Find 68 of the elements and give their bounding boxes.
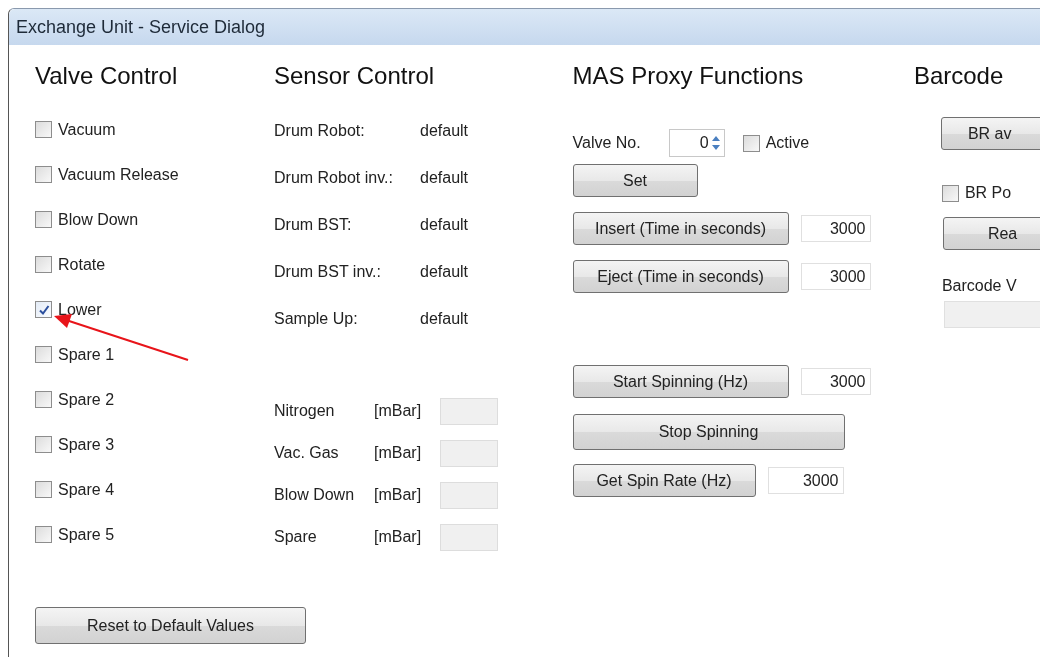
checkbox[interactable]	[35, 256, 52, 273]
unit-label: [mBar]	[374, 444, 423, 462]
checkbox[interactable]	[35, 346, 52, 363]
pressure-label: Spare	[274, 528, 318, 546]
checkbox[interactable]	[941, 184, 959, 202]
checkbox-label: Spare 4	[58, 480, 115, 499]
value-field[interactable]: 3000	[800, 368, 871, 395]
checkbox[interactable]	[742, 134, 760, 152]
read-button[interactable]: Rea	[942, 217, 1040, 250]
pressure-field[interactable]	[440, 523, 498, 551]
sensor-value: default	[420, 309, 469, 328]
pressure-label: Vac. Gas	[274, 444, 340, 462]
section-heading: Barcode	[913, 61, 1004, 91]
set-button[interactable]: Set	[572, 164, 698, 197]
number-spinner[interactable]: 0	[668, 129, 725, 157]
value-field[interactable]: 3000	[800, 263, 871, 290]
section-heading: Sensor Control	[274, 61, 435, 91]
pressure-label: Blow Down	[274, 486, 356, 504]
spin-arrows-icon[interactable]	[709, 134, 722, 152]
checkbox[interactable]	[35, 436, 52, 453]
checkbox[interactable]	[35, 391, 52, 408]
checkbox[interactable]	[35, 526, 52, 543]
checkbox-label: Vacuum	[58, 120, 116, 139]
checkbox[interactable]	[35, 301, 52, 318]
barcode-value-label: Barcode V	[941, 277, 1017, 295]
sensor-label: Drum Robot inv.:	[274, 168, 394, 187]
sensor-label: Drum BST:	[274, 215, 353, 234]
checkbox[interactable]	[35, 481, 52, 498]
checkbox[interactable]	[35, 211, 52, 228]
section-heading: Valve Control	[35, 61, 178, 91]
action-button[interactable]: Stop Spinning	[572, 414, 845, 450]
checkbox-label: BR Po	[964, 184, 1012, 202]
action-button[interactable]: Start Spinning (Hz)	[572, 365, 789, 398]
unit-label: [mBar]	[374, 486, 423, 504]
pressure-label: Nitrogen	[274, 402, 336, 420]
checkbox-label: Spare 2	[58, 390, 115, 409]
checkbox-label: Vacuum Release	[58, 165, 179, 184]
action-button[interactable]: Insert (Time in seconds)	[572, 212, 789, 245]
checkbox-label: Spare 1	[58, 345, 115, 364]
pressure-field[interactable]	[440, 439, 498, 467]
checkbox-label: Spare 3	[58, 435, 115, 454]
checkbox-label: Blow Down	[58, 210, 139, 229]
barcode-button[interactable]: BR av	[940, 117, 1040, 150]
unit-label: [mBar]	[374, 528, 423, 546]
sensor-label: Drum BST inv.:	[274, 262, 382, 281]
sensor-value: default	[420, 168, 469, 187]
action-button[interactable]: Eject (Time in seconds)	[572, 260, 789, 293]
value-field[interactable]: 3000	[767, 467, 844, 494]
checkbox-label: Rotate	[58, 255, 106, 274]
reset-button[interactable]: Reset to Default Values	[35, 607, 306, 644]
sensor-value: default	[420, 215, 469, 234]
pressure-field[interactable]	[440, 397, 498, 425]
action-button[interactable]: Get Spin Rate (Hz)	[572, 464, 756, 497]
checkbox-label: Lower	[58, 300, 102, 319]
checkbox[interactable]	[35, 121, 52, 138]
sensor-label: Sample Up:	[274, 309, 359, 328]
unit-label: [mBar]	[374, 402, 423, 420]
checkbox-label: Active	[765, 134, 810, 152]
sensor-label: Drum Robot:	[274, 121, 366, 140]
pressure-field[interactable]	[440, 481, 498, 509]
valve-number-label: Valve No.	[572, 134, 641, 152]
sensor-value: default	[420, 262, 469, 281]
section-heading: MAS Proxy Functions	[572, 61, 804, 91]
window-title: Exchange Unit - Service Dialog	[16, 16, 266, 38]
checkbox-label: Spare 5	[58, 525, 115, 544]
sensor-value: default	[420, 121, 469, 140]
checkbox[interactable]	[35, 166, 52, 183]
value-field[interactable]: 3000	[800, 215, 871, 242]
